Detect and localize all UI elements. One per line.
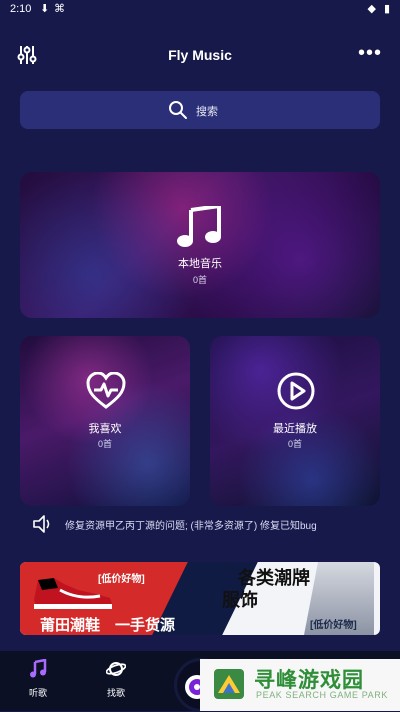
search-icon bbox=[169, 101, 187, 119]
tab-find[interactable]: 找歌 bbox=[90, 651, 142, 711]
debug-icon: ⌘ bbox=[54, 3, 65, 15]
status-bar: 2:10 ⬇ ⌘ ◆ ▮ bbox=[0, 0, 400, 18]
tab-listen-label: 听歌 bbox=[28, 688, 47, 698]
local-music-count: 0首 bbox=[192, 275, 207, 285]
music-note-icon bbox=[30, 659, 47, 678]
watermark-logo-icon bbox=[214, 669, 244, 699]
tab-find-label: 找歌 bbox=[106, 688, 125, 698]
planet-icon bbox=[106, 662, 126, 676]
recent-play-card[interactable]: 最近播放 0首 bbox=[210, 336, 380, 506]
music-note-icon bbox=[177, 206, 221, 247]
wifi-icon: ◆ bbox=[367, 3, 376, 15]
top-app-bar: Fly Music ••• bbox=[0, 34, 400, 74]
speaker-icon bbox=[33, 515, 50, 533]
more-options-icon[interactable]: ••• bbox=[358, 42, 382, 65]
banner-tag-left: [低价好物] bbox=[98, 574, 145, 585]
tab-listen[interactable]: 听歌 bbox=[12, 651, 64, 711]
favorites-card[interactable]: 我喜欢 0首 bbox=[20, 336, 190, 506]
announcement-bar: 修复资源甲乙丙丁源的问题; (非常多资源了) 修复已知bug bbox=[28, 512, 380, 536]
recent-play-label: 最近播放 bbox=[273, 423, 317, 435]
watermark-text-en: PEAK SEARCH GAME PARK bbox=[256, 690, 388, 700]
favorites-label: 我喜欢 bbox=[88, 423, 122, 435]
status-time: 2:10 bbox=[10, 3, 32, 15]
banner-headline-right-2: 服饰 bbox=[222, 590, 258, 610]
announcement-text: 修复资源甲乙丙丁源的问题; (非常多资源了) 修复已知bug bbox=[65, 521, 317, 532]
watermark-badge: 寻峰游戏园 PEAK SEARCH GAME PARK bbox=[200, 659, 400, 711]
favorites-count: 0首 bbox=[97, 439, 112, 449]
search-bar[interactable]: 搜索 bbox=[20, 91, 380, 129]
download-icon: ⬇ bbox=[40, 3, 50, 15]
local-music-card[interactable]: 本地音乐 0首 bbox=[20, 172, 380, 318]
search-placeholder: 搜索 bbox=[196, 106, 218, 118]
banner-headline-left: 莆田潮鞋 一手货源 bbox=[40, 617, 176, 634]
page-title: Fly Music bbox=[168, 47, 232, 63]
recent-play-count: 0首 bbox=[287, 439, 302, 449]
ad-banner[interactable]: [低价好物] 莆田潮鞋 一手货源 各类潮牌 服饰 [低价好物] bbox=[20, 562, 380, 635]
play-circle-icon bbox=[277, 372, 315, 410]
battery-icon: ▮ bbox=[383, 3, 390, 15]
heart-pulse-icon bbox=[86, 372, 126, 409]
banner-tag-right: [低价好物] bbox=[310, 620, 357, 631]
local-music-label: 本地音乐 bbox=[178, 258, 222, 270]
